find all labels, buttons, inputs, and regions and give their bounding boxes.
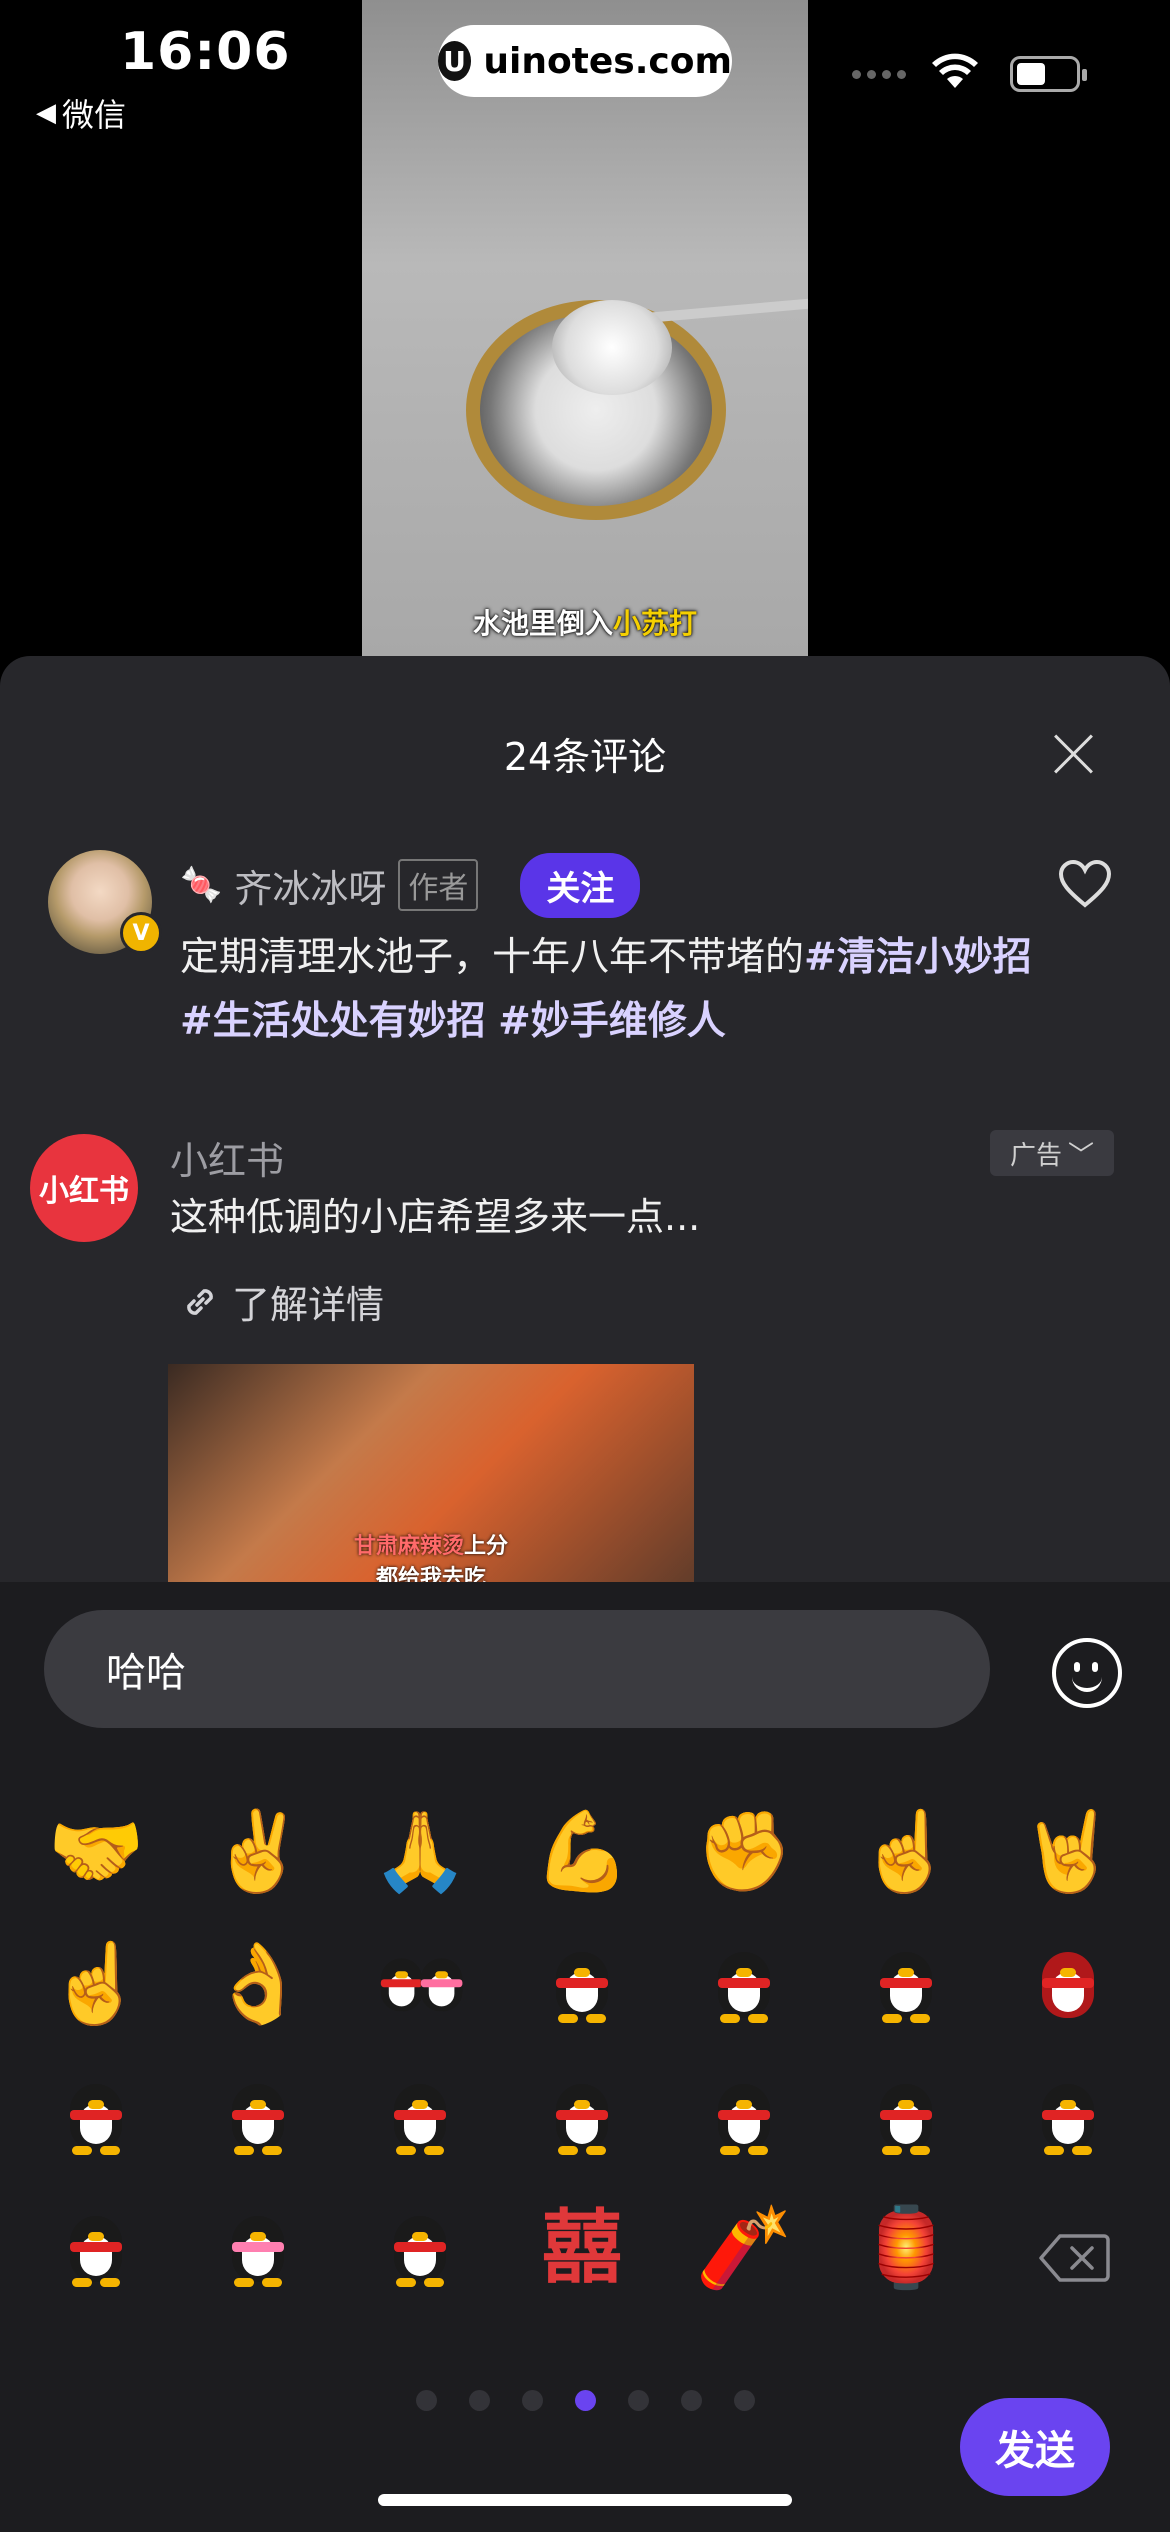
url-text: uinotes.com — [483, 40, 732, 82]
author-name[interactable]: 齐冰冰呀 — [234, 858, 386, 913]
ad-image[interactable]: 甘肃麻辣烫上分 都给我去吃 — [168, 1364, 694, 1604]
back-triangle-icon: ◀ — [36, 98, 56, 128]
link-icon — [187, 1288, 213, 1315]
page-dot[interactable] — [680, 2390, 702, 2411]
battery-icon — [1010, 56, 1087, 92]
page-dot[interactable] — [521, 2390, 543, 2411]
ad-badge[interactable]: 广告 ﹀ — [990, 1130, 1114, 1176]
ad-name[interactable]: 小红书 — [170, 1130, 284, 1185]
back-app-label: 微信 — [62, 96, 127, 134]
pray-emoji[interactable]: 🙏 — [370, 1802, 470, 1902]
ad-text: 这种低调的小店希望多来一点... — [170, 1195, 701, 1239]
ad-logo[interactable]: 小红书 — [30, 1134, 138, 1242]
penguin-emoji[interactable] — [208, 2066, 308, 2166]
close-icon[interactable] — [1052, 732, 1096, 776]
page-dot[interactable] — [733, 2390, 755, 2411]
candy-icon: 🍬 — [180, 865, 223, 905]
hashtag[interactable]: #妙手维修人 — [498, 999, 726, 1044]
emoji-keyboard-toggle-icon[interactable] — [1052, 1638, 1122, 1708]
send-button[interactable]: 发送 — [960, 2398, 1110, 2496]
victory-hand-emoji[interactable]: ✌️ — [208, 1802, 308, 1902]
penguin-wave-emoji[interactable] — [694, 2066, 794, 2166]
cellular-signal-icon — [852, 70, 906, 79]
penguin-lasso-emoji[interactable] — [532, 2066, 632, 2166]
backspace-icon[interactable] — [1038, 2232, 1110, 2284]
penguin-couple-emoji[interactable] — [370, 1934, 470, 2034]
penguin-emoji[interactable] — [46, 2198, 146, 2298]
penguin-emoji[interactable] — [694, 1934, 794, 2034]
muscle-emoji[interactable]: 💪 — [532, 1802, 632, 1902]
url-pill: U uinotes.com — [438, 25, 732, 97]
home-indicator — [378, 2494, 792, 2506]
fist-emoji[interactable]: ✊ — [694, 1802, 794, 1902]
handshake-emoji[interactable]: 🤝 — [46, 1802, 146, 1902]
penguin-emoji[interactable] — [370, 2066, 470, 2166]
video-caption: 水池里倒入小苏打 — [472, 607, 698, 640]
ad-image-caption: 甘肃麻辣烫上分 — [353, 1534, 509, 1559]
ok-hand-emoji[interactable]: 👌 — [208, 1934, 308, 2034]
penguin-emoji[interactable] — [1018, 2066, 1118, 2166]
heart-icon[interactable] — [1058, 859, 1112, 909]
input-panel: 哈哈 🤝 ✌️ 🙏 💪 ✊ ☝️ 🤘 ☝️ 👌 囍 🧨 🏮 发送 — [0, 1582, 1170, 2532]
status-time: 16:06 — [120, 22, 291, 82]
author-avatar[interactable]: V — [48, 850, 162, 954]
follow-button[interactable]: 关注 — [520, 852, 641, 918]
author-tag: 作者 — [398, 859, 479, 911]
index-up-emoji[interactable]: ☝️ — [856, 1802, 956, 1902]
double-happiness-emoji[interactable]: 囍 — [532, 2198, 632, 2298]
firecracker-emoji[interactable]: 🧨 — [694, 2198, 794, 2298]
penguin-cry-emoji[interactable] — [856, 2066, 956, 2166]
penguin-emoji[interactable] — [370, 2198, 470, 2298]
penguin-bow-emoji[interactable] — [208, 2198, 308, 2298]
page-dot[interactable] — [415, 2390, 437, 2411]
chevron-down-icon: ﹀ — [1068, 1140, 1095, 1171]
post-description: 定期清理水池子，十年八年不带堵的#清洁小妙招 #生活处处有妙招 #妙手维修人 — [180, 935, 1032, 1044]
page-dot[interactable] — [468, 2390, 490, 2411]
video-player[interactable]: 水池里倒入小苏打 — [362, 0, 808, 660]
rock-hand-emoji[interactable]: 🤘 — [1018, 1802, 1118, 1902]
comment-input[interactable]: 哈哈 — [44, 1610, 990, 1728]
page-dot[interactable] — [574, 2390, 596, 2411]
penguin-hooded-emoji[interactable] — [1018, 1934, 1118, 2034]
hashtag[interactable]: #清洁小妙招 — [804, 935, 1032, 980]
hashtag[interactable]: #生活处处有妙招 — [180, 999, 486, 1044]
comments-title: 24条评论 — [503, 735, 667, 779]
penguin-love-emoji[interactable] — [532, 1934, 632, 2034]
point-up-emoji[interactable]: ☝️ — [46, 1934, 146, 2034]
penguin-emoji[interactable] — [46, 2066, 146, 2166]
wifi-icon — [932, 53, 978, 88]
author-row: 🍬 齐冰冰呀 作者 关注 — [180, 850, 641, 920]
back-to-wechat[interactable]: ◀ 微信 — [36, 90, 126, 136]
lantern-emoji[interactable]: 🏮 — [856, 2198, 956, 2298]
ad-link[interactable]: 了解详情 — [180, 1274, 384, 1329]
uinotes-logo: U — [438, 41, 472, 81]
verified-badge: V — [120, 912, 162, 954]
page-dot[interactable] — [627, 2390, 649, 2411]
penguin-emoji[interactable] — [856, 1934, 956, 2034]
